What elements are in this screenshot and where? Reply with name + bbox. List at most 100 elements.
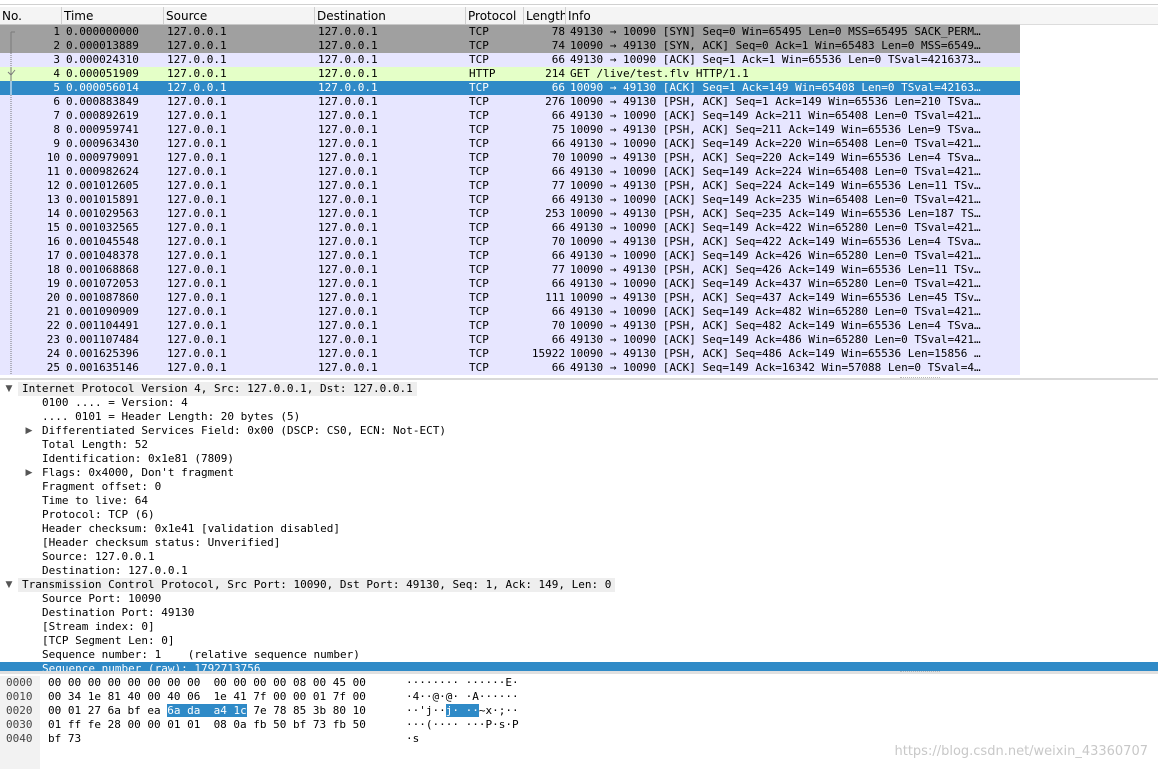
packet-row[interactable]: 16 0.001045548 127.0.0.1 127.0.0.1 TCP 70 1009…: [0, 235, 1020, 249]
ascii-bytes[interactable]: ·4··@·@· ·A······: [406, 690, 519, 704]
hex-bytes[interactable]: bf 73: [48, 732, 81, 746]
protocol-tree-field[interactable]: [Header checksum status: Unverified]: [0, 536, 1158, 550]
packet-info: 10090 → 49130 [PSH, ACK] Seq=235 Ack=149…: [570, 207, 981, 220]
packet-info: 49130 → 10090 [ACK] Seq=149 Ack=437 Win=…: [570, 277, 981, 290]
conversation-marker-icon: [6, 25, 16, 39]
protocol-tree-field[interactable]: Sequence number: 1 (relative sequence nu…: [0, 648, 1158, 662]
packet-source: 127.0.0.1: [167, 235, 227, 248]
packet-row[interactable]: 10 0.000979091 127.0.0.1 127.0.0.1 TCP 70 1009…: [0, 151, 1020, 165]
packet-list-pane[interactable]: No. Time Source Destination Protocol Len…: [0, 0, 1158, 378]
packet-source: 127.0.0.1: [167, 123, 227, 136]
ascii-bytes[interactable]: ···(···· ···P·s·P: [406, 718, 519, 732]
packet-row[interactable]: 14 0.001029563 127.0.0.1 127.0.0.1 TCP 253 100…: [0, 207, 1020, 221]
packet-row[interactable]: 17 0.001048378 127.0.0.1 127.0.0.1 TCP 66 4913…: [0, 249, 1020, 263]
packet-time: 0.001087860: [66, 291, 139, 304]
packet-length: 66: [551, 81, 565, 94]
protocol-tree-field[interactable]: Total Length: 52: [0, 438, 1158, 452]
protocol-tree-field[interactable]: ▶ Differentiated Services Field: 0x00 (DS…: [0, 424, 1158, 438]
protocol-tree-field[interactable]: [Stream index: 0]: [0, 620, 1158, 634]
protocol-tree-header[interactable]: ▼ Transmission Control Protocol, Src Port…: [0, 578, 1158, 592]
expand-right-icon[interactable]: ▶: [23, 466, 35, 480]
hex-highlight: 6a da a4 1c: [167, 704, 247, 717]
column-header-no[interactable]: No.: [0, 7, 62, 24]
hex-bytes[interactable]: 00 34 1e 81 40 00 40 06 1e 41 7f 00 00 0…: [48, 690, 366, 704]
packet-source: 127.0.0.1: [167, 207, 227, 220]
packet-row[interactable]: 20 0.001087860 127.0.0.1 127.0.0.1 TCP 111 100…: [0, 291, 1020, 305]
packet-details-pane[interactable]: ▼ Internet Protocol Version 4, Src: 127.0…: [0, 381, 1158, 671]
protocol-tree-header[interactable]: ▼ Internet Protocol Version 4, Src: 127.0…: [0, 382, 1158, 396]
protocol-tree-field[interactable]: Protocol: TCP (6): [0, 508, 1158, 522]
packet-time: 0.000883849: [66, 95, 139, 108]
protocol-tree-field[interactable]: Destination Port: 49130: [0, 606, 1158, 620]
packet-source: 127.0.0.1: [167, 165, 227, 178]
protocol-tree-field[interactable]: Header checksum: 0x1e41 [validation disa…: [0, 522, 1158, 536]
packet-row[interactable]: 23 0.001107484 127.0.0.1 127.0.0.1 TCP 66 4913…: [0, 333, 1020, 347]
pane-resize-grip[interactable]: [900, 671, 940, 674]
pane-splitter[interactable]: [0, 671, 1158, 674]
tree-field-text: Source Port: 10090: [42, 592, 162, 605]
packet-row[interactable]: 8 0.000959741 127.0.0.1 127.0.0.1 TCP 75 10090…: [0, 123, 1020, 137]
packet-row[interactable]: 4 0.000051909 127.0.0.1 127.0.0.1 HTTP 214 GET…: [0, 67, 1020, 81]
expand-right-icon[interactable]: ▶: [23, 424, 35, 438]
packet-row[interactable]: 3 0.000024310 127.0.0.1 127.0.0.1 TCP 66 49130…: [0, 53, 1020, 67]
column-header-protocol[interactable]: Protocol: [466, 7, 524, 24]
ascii-bytes[interactable]: ·s: [406, 732, 419, 746]
header-filler: [1020, 7, 1158, 25]
ascii-bytes[interactable]: ········ ······E·: [406, 676, 519, 690]
packet-time: 0.001072053: [66, 277, 139, 290]
ascii-bytes[interactable]: ··'j··j· ··~x·;··: [406, 704, 519, 718]
protocol-tree-field[interactable]: 0100 .... = Version: 4: [0, 396, 1158, 410]
packet-row[interactable]: 18 0.001068868 127.0.0.1 127.0.0.1 TCP 77 1009…: [0, 263, 1020, 277]
packet-protocol: TCP: [469, 109, 489, 122]
packet-source: 127.0.0.1: [167, 305, 227, 318]
packet-protocol: TCP: [469, 123, 489, 136]
packet-protocol: TCP: [469, 291, 489, 304]
packet-row[interactable]: 11 0.000982624 127.0.0.1 127.0.0.1 TCP 66 4913…: [0, 165, 1020, 179]
packet-row[interactable]: 24 0.001625396 127.0.0.1 127.0.0.1 TCP 15922 1…: [0, 347, 1020, 361]
packet-row[interactable]: 15 0.001032565 127.0.0.1 127.0.0.1 TCP 66 4913…: [0, 221, 1020, 235]
packet-destination: 127.0.0.1: [318, 165, 378, 178]
packet-row[interactable]: 13 0.001015891 127.0.0.1 127.0.0.1 TCP 66 4913…: [0, 193, 1020, 207]
hex-bytes[interactable]: 00 00 00 00 00 00 00 00 00 00 00 00 08 0…: [48, 676, 366, 690]
protocol-tree-field[interactable]: Fragment offset: 0: [0, 480, 1158, 494]
protocol-tree-field[interactable]: Destination: 127.0.0.1: [0, 564, 1158, 578]
column-header-time[interactable]: Time: [62, 7, 164, 24]
packet-row[interactable]: 2 0.000013889 127.0.0.1 127.0.0.1 TCP 74 10090…: [0, 39, 1020, 53]
packet-row[interactable]: 19 0.001072053 127.0.0.1 127.0.0.1 TCP 66 4913…: [0, 277, 1020, 291]
column-header-destination[interactable]: Destination: [315, 7, 466, 24]
protocol-tree-field[interactable]: Time to live: 64: [0, 494, 1158, 508]
packet-protocol: TCP: [469, 361, 489, 374]
column-header-info[interactable]: Info: [566, 7, 1020, 24]
hex-bytes[interactable]: 00 01 27 6a bf ea 6a da a4 1c 7e 78 85 3…: [48, 704, 366, 718]
packet-row[interactable]: 1 0.000000000 127.0.0.1 127.0.0.1 TCP 78 49130…: [0, 25, 1020, 39]
hex-bytes[interactable]: 01 ff fe 28 00 00 01 01 08 0a fb 50 bf 7…: [48, 718, 366, 732]
packet-info: 49130 → 10090 [ACK] Seq=149 Ack=422 Win=…: [570, 221, 981, 234]
tree-field-text: Identification: 0x1e81 (7809): [42, 452, 235, 465]
packet-row[interactable]: 25 0.001635146 127.0.0.1 127.0.0.1 TCP 66 4913…: [0, 361, 1020, 375]
packet-row[interactable]: 22 0.001104491 127.0.0.1 127.0.0.1 TCP 70 1009…: [0, 319, 1020, 333]
column-header-source[interactable]: Source: [164, 7, 315, 24]
expand-down-icon[interactable]: ▼: [3, 382, 15, 396]
protocol-tree-field[interactable]: Identification: 0x1e81 (7809): [0, 452, 1158, 466]
pane-splitter[interactable]: [0, 378, 1158, 380]
protocol-tree-field[interactable]: ▶ Flags: 0x4000, Don't fragment: [0, 466, 1158, 480]
protocol-tree-field[interactable]: Source: 127.0.0.1: [0, 550, 1158, 564]
packet-row[interactable]: 6 0.000883849 127.0.0.1 127.0.0.1 TCP 276 1009…: [0, 95, 1020, 109]
packet-length: 77: [551, 263, 565, 276]
packet-row[interactable]: 5 0.000056014 127.0.0.1 127.0.0.1 TCP 66 10090…: [0, 81, 1020, 95]
packet-row[interactable]: 9 0.000963430 127.0.0.1 127.0.0.1 TCP 66 49130…: [0, 137, 1020, 151]
packet-row[interactable]: 12 0.001012605 127.0.0.1 127.0.0.1 TCP 77 1009…: [0, 179, 1020, 193]
protocol-tree-field[interactable]: .... 0101 = Header Length: 20 bytes (5): [0, 410, 1158, 424]
conversation-marker-icon: [6, 39, 16, 53]
packet-destination: 127.0.0.1: [318, 109, 378, 122]
expand-down-icon[interactable]: ▼: [3, 578, 15, 592]
protocol-tree-field[interactable]: Source Port: 10090: [0, 592, 1158, 606]
conversation-marker-icon: [6, 137, 16, 151]
packet-row[interactable]: 7 0.000892619 127.0.0.1 127.0.0.1 TCP 66 49130…: [0, 109, 1020, 123]
packet-destination: 127.0.0.1: [318, 81, 378, 94]
protocol-tree-field[interactable]: Sequence number (raw): 1792713756: [0, 662, 1158, 671]
protocol-tree-field[interactable]: [TCP Segment Len: 0]: [0, 634, 1158, 648]
column-header-length[interactable]: Length: [524, 7, 566, 24]
packet-row[interactable]: 21 0.001090909 127.0.0.1 127.0.0.1 TCP 66 4913…: [0, 305, 1020, 319]
hex-text: 00 34 1e 81 40 00 40 06 1e 41 7f 00 00 0…: [48, 690, 366, 703]
